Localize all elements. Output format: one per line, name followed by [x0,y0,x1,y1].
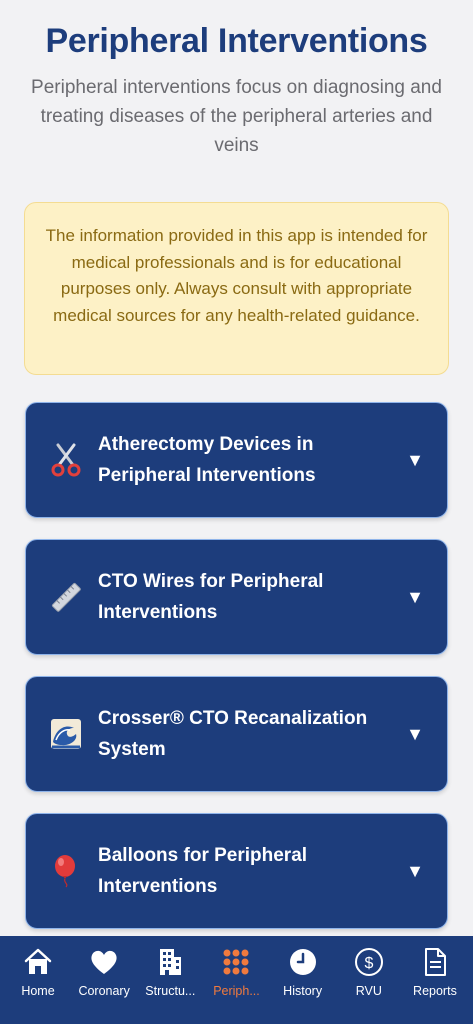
section-atherectomy[interactable]: Atherectomy Devices in Peripheral Interv… [25,402,448,518]
section-label: Crosser® CTO Recanalization System [98,708,368,760]
section-label: Balloons for Peripheral Interventions [98,845,308,897]
page-subtitle: Peripheral interventions focus on diagno… [31,77,442,156]
document-icon [419,946,451,978]
tab-peripheral[interactable]: Periph... [204,936,268,1024]
building-icon [154,946,186,978]
tab-label: RVU [355,984,382,998]
tab-label: Reports [413,984,457,998]
peripheral-screen: Peripheral Interventions Peripheral inte… [0,0,473,936]
tab-structural[interactable]: Structu... [138,936,202,1024]
chevron-down-icon: ▼ [406,449,424,470]
wave-icon [50,716,82,752]
disclaimer-text: The information provided in this app is … [45,226,428,325]
scissors-icon [50,442,82,478]
disclaimer-box: The information provided in this app is … [24,202,449,375]
heart-icon [88,946,120,978]
balloon-icon [50,853,82,889]
ruler-icon [50,579,82,615]
page-title: Peripheral Interventions [45,22,428,60]
tab-rvu[interactable]: $ RVU [337,936,401,1024]
chevron-down-icon: ▼ [406,586,424,607]
home-icon [22,946,54,978]
tab-label: History [283,984,323,998]
chevron-down-icon: ▼ [406,860,424,881]
section-list: Atherectomy Devices in Peripheral Interv… [0,402,473,929]
tab-coronary[interactable]: Coronary [72,936,136,1024]
section-balloons[interactable]: Balloons for Peripheral Interventions ▼ [25,813,448,929]
tab-reports[interactable]: Reports [403,936,467,1024]
tab-label: Coronary [78,984,130,998]
tab-label: Periph... [213,984,260,998]
section-label: CTO Wires for Peripheral Interventions [98,571,324,623]
tab-home[interactable]: Home [6,936,70,1024]
dollar-icon: $ [353,946,385,978]
clock-icon [287,946,319,978]
tab-history[interactable]: History [271,936,335,1024]
chevron-down-icon: ▼ [406,723,424,744]
svg-text:$: $ [364,955,373,972]
section-label: Atherectomy Devices in Peripheral Interv… [98,434,316,486]
tab-label: Structu... [145,984,196,998]
grid-icon [220,946,252,978]
tab-bar: Home Coronary Structu... Periph... Histo… [0,936,473,1024]
tab-label: Home [21,984,55,998]
section-cto-wires[interactable]: CTO Wires for Peripheral Interventions ▼ [25,539,448,655]
section-crosser[interactable]: Crosser® CTO Recanalization System ▼ [25,676,448,792]
